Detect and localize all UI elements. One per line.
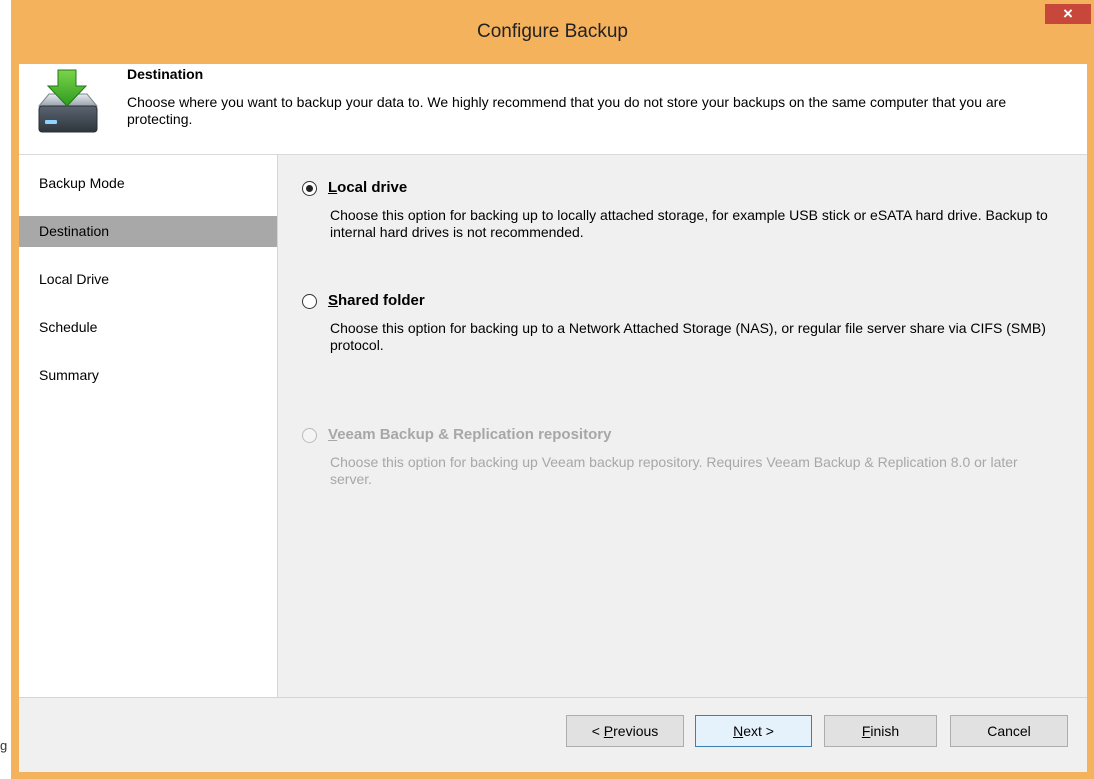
- local-drive-label[interactable]: Local drive: [328, 179, 407, 196]
- veeam-repository-radio: [302, 428, 317, 443]
- sidebar-item-destination[interactable]: Destination: [19, 216, 277, 247]
- option-veeam-repository: Veeam Backup & Replication repository Ch…: [302, 426, 1062, 488]
- previous-button[interactable]: < Previous: [566, 715, 684, 747]
- window-title: Configure Backup: [476, 21, 629, 42]
- destination-options-panel: Local drive Choose this option for backi…: [278, 155, 1087, 697]
- sidebar-item-backup-mode[interactable]: Backup Mode: [19, 168, 277, 199]
- close-icon: ×: [1063, 4, 1073, 23]
- veeam-repository-description: Choose this option for backing up Veeam …: [330, 454, 1018, 487]
- veeam-repository-label: Veeam Backup & Replication repository: [328, 426, 612, 443]
- local-drive-description: Choose this option for backing up to loc…: [330, 207, 1048, 240]
- title-bar[interactable]: Configure Backup ×: [11, 0, 1094, 64]
- sidebar-item-label: Summary: [39, 367, 99, 383]
- configure-backup-dialog: Configure Backup × Destination Choose wh…: [11, 0, 1094, 779]
- finish-button[interactable]: Finish: [824, 715, 937, 747]
- drive-download-icon: [37, 69, 99, 133]
- option-local-drive[interactable]: Local drive Choose this option for backi…: [302, 179, 1062, 241]
- step-description: Choose where you want to backup your dat…: [127, 94, 1007, 127]
- sidebar-item-summary[interactable]: Summary: [19, 360, 277, 391]
- shared-folder-radio[interactable]: [302, 294, 317, 309]
- sidebar-item-schedule[interactable]: Schedule: [19, 312, 277, 343]
- sidebar-item-label: Schedule: [39, 319, 98, 335]
- cancel-button[interactable]: Cancel: [950, 715, 1068, 747]
- dialog-client-area: Destination Choose where you want to bac…: [19, 64, 1087, 772]
- sidebar-item-local-drive[interactable]: Local Drive: [19, 264, 277, 295]
- option-shared-folder[interactable]: Shared folder Choose this option for bac…: [302, 292, 1062, 354]
- local-drive-radio[interactable]: [302, 181, 317, 196]
- wizard-steps-sidebar: Backup Mode Destination Local Drive Sche…: [19, 155, 278, 697]
- wizard-footer: < Previous Next > Finish Cancel: [19, 697, 1087, 772]
- sidebar-item-label: Local Drive: [39, 271, 110, 287]
- sidebar-item-label: Destination: [39, 223, 110, 239]
- wizard-header: Destination Choose where you want to bac…: [19, 64, 1087, 155]
- sidebar-item-label: Backup Mode: [39, 175, 125, 191]
- next-button[interactable]: Next >: [695, 715, 812, 747]
- close-button[interactable]: ×: [1045, 4, 1091, 24]
- shared-folder-description: Choose this option for backing up to a N…: [330, 320, 1046, 353]
- shared-folder-label[interactable]: Shared folder: [328, 292, 425, 309]
- background-window-text: g: [0, 738, 8, 753]
- step-title: Destination: [127, 66, 204, 82]
